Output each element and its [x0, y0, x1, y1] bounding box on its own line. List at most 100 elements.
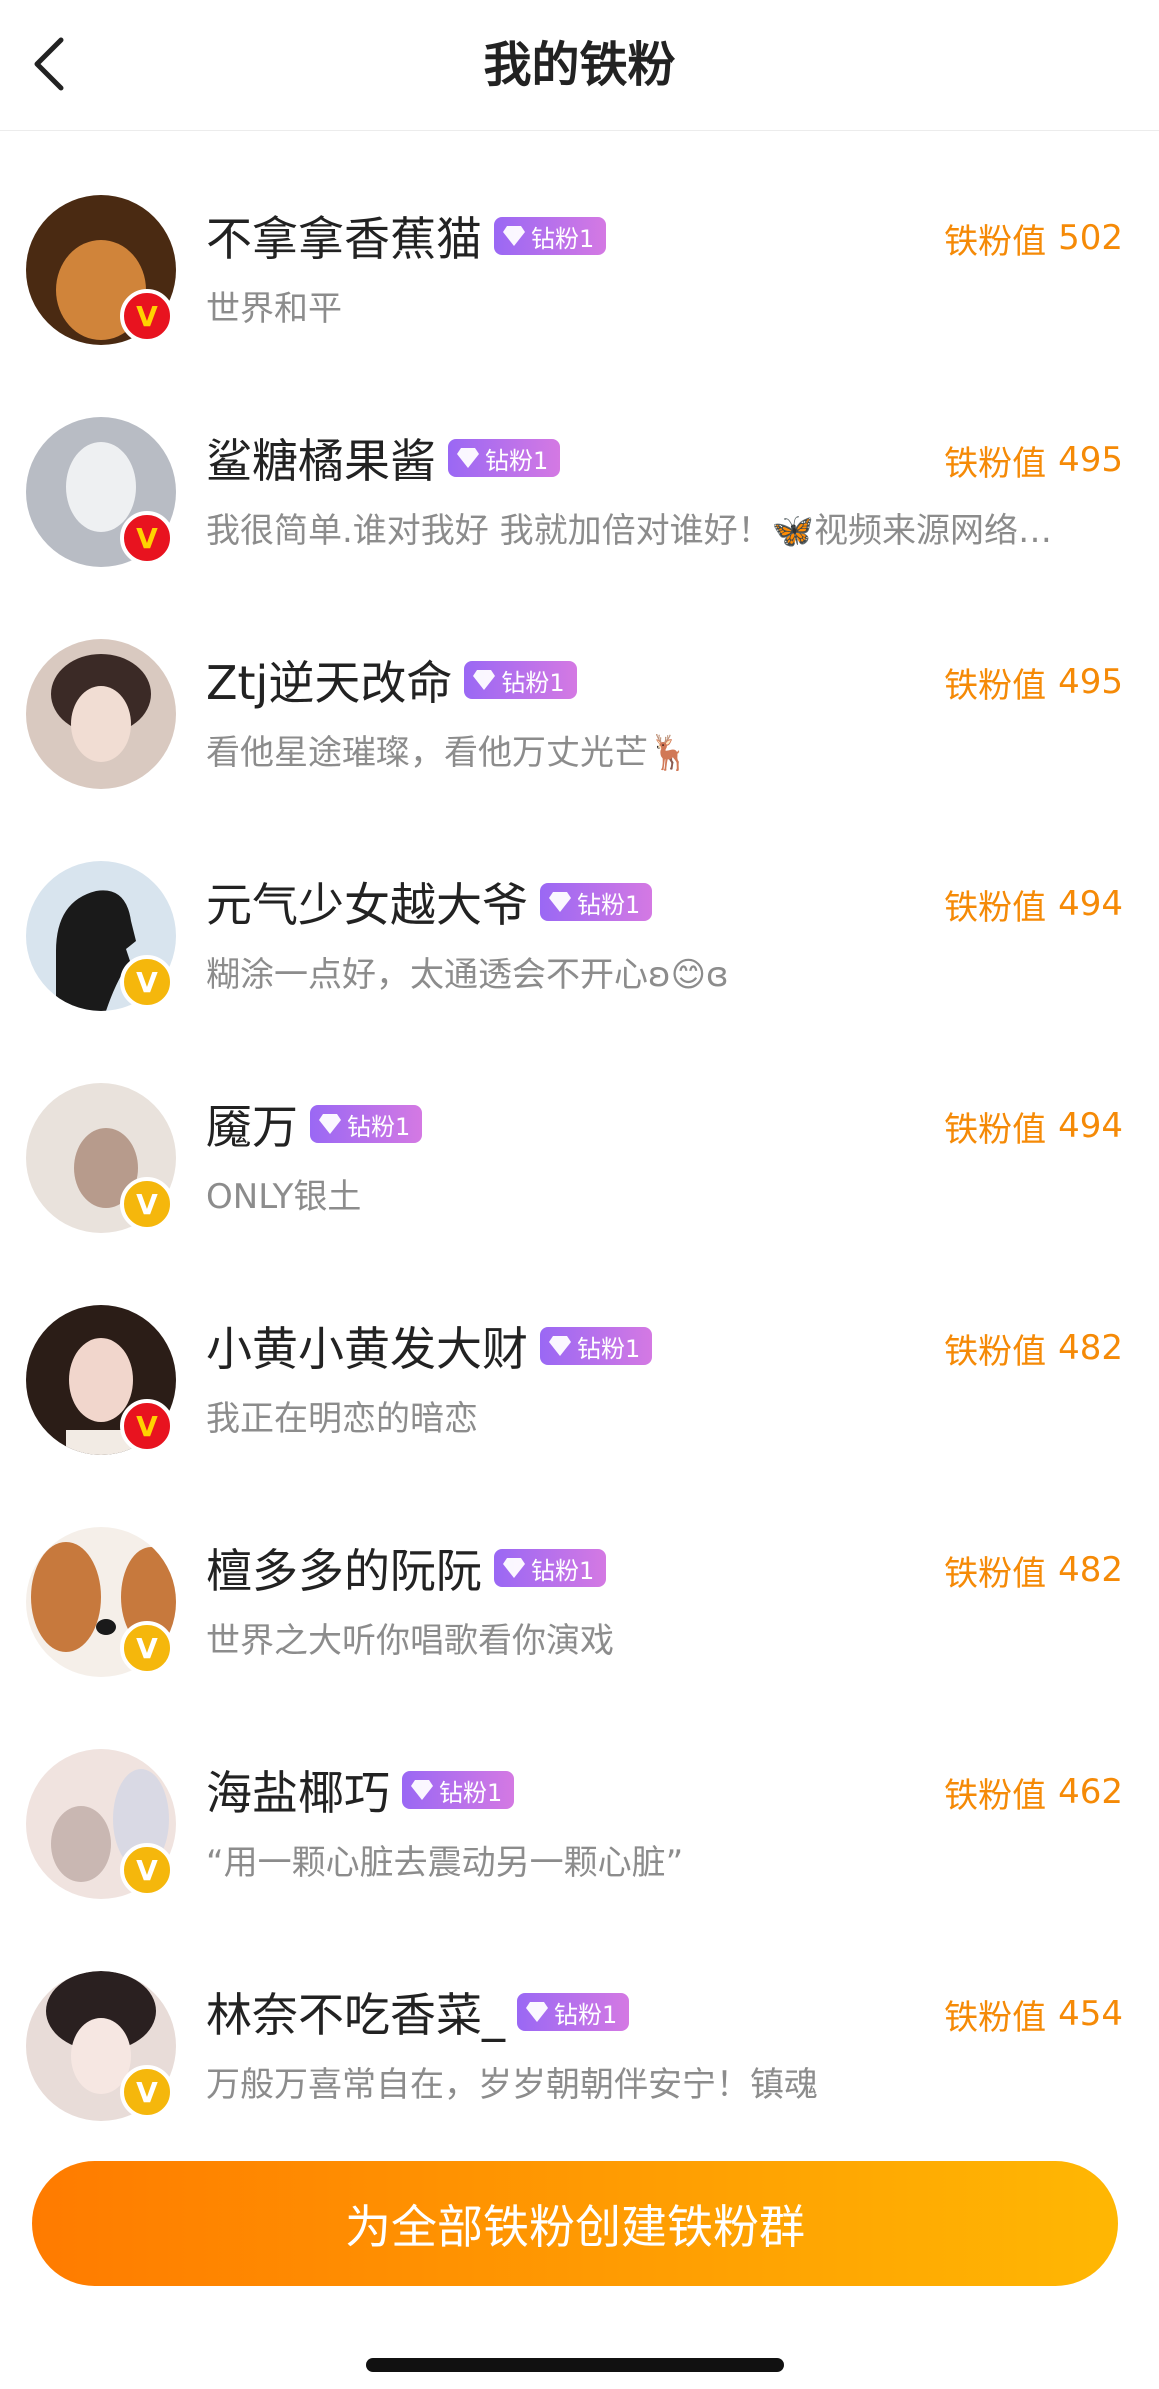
diamond-icon	[526, 2002, 548, 2022]
fan-row[interactable]: V 元气少女越大爷 钻粉1 糊涂一点好，太通透会不开心ʚ😊ɞ 铁粉值 494	[0, 797, 1159, 1019]
fan-score-value: 462	[1058, 1772, 1123, 1812]
avatar[interactable]: V	[26, 1083, 176, 1233]
avatar[interactable]: V	[26, 417, 176, 567]
fan-level-label: 钻粉1	[501, 668, 565, 697]
fan-row[interactable]: V 不拿拿香蕉猫 钻粉1 世界和平 铁粉值 502	[0, 131, 1159, 353]
fan-level-label: 钻粉1	[531, 1556, 595, 1585]
bottom-bar: 为全部铁粉创建铁粉群	[0, 2131, 1159, 2389]
diamond-icon	[473, 670, 496, 690]
diamond-icon	[503, 226, 525, 246]
fan-name: 林奈不吃香菜_	[206, 1988, 505, 2042]
fan-name: Ztj逆天改命	[206, 656, 453, 710]
fan-row[interactable]: V Ztj逆天改命 钻粉1 看他星途璀璨，看他万丈光芒🦌 铁粉值 495	[0, 575, 1159, 797]
fan-score-label: 铁粉值	[944, 221, 1047, 262]
fan-bio: 糊涂一点好，太通透会不开心ʚ😊ɞ	[206, 955, 729, 995]
fan-score: 铁粉值 495	[944, 657, 1123, 707]
fan-level-badge: 钻粉1	[494, 1549, 607, 1587]
fan-level-label: 钻粉1	[439, 1778, 503, 1807]
avatar-image	[26, 639, 176, 789]
fan-score: 铁粉值 482	[944, 1545, 1123, 1595]
verified-badge-icon: V	[120, 1177, 174, 1231]
fan-level-label: 钻粉1	[577, 890, 641, 919]
fan-score: 铁粉值 454	[944, 1989, 1123, 2039]
fan-score-value: 495	[1058, 440, 1123, 480]
fan-score-value: 495	[1058, 662, 1123, 702]
fan-bio: 我很简单.谁对我好 我就加倍对谁好！🦋视频来源网络…	[206, 511, 1052, 551]
fan-level-badge: 钻粉1	[517, 1993, 630, 2031]
verified-badge-icon: V	[120, 2065, 174, 2119]
fan-level-badge: 钻粉1	[540, 883, 653, 921]
fan-name: 檀多多的阮阮	[206, 1544, 482, 1598]
fan-name-line: 林奈不吃香菜_ 钻粉1	[206, 1981, 630, 2043]
diamond-icon	[549, 892, 571, 912]
verified-badge-icon: V	[120, 511, 174, 565]
fan-name-line: 元气少女越大爷 钻粉1	[206, 871, 653, 933]
fan-level-label: 钻粉1	[577, 1334, 641, 1363]
avatar[interactable]: V	[26, 861, 176, 1011]
fan-bio: 我正在明恋的暗恋	[206, 1399, 478, 1439]
avatar[interactable]: V	[26, 1971, 176, 2121]
fan-score: 铁粉值 502	[944, 213, 1123, 263]
fan-row[interactable]: V 林奈不吃香菜_ 钻粉1 万般万喜常自在，岁岁朝朝伴安宁！镇魂 铁粉值 454	[0, 1907, 1159, 2129]
fan-name: 不拿拿香蕉猫	[206, 212, 482, 266]
diamond-icon	[503, 1558, 525, 1578]
fan-bio: 世界之大听你唱歌看你演戏	[206, 1621, 614, 1661]
fan-row[interactable]: V 檀多多的阮阮 钻粉1 世界之大听你唱歌看你演戏 铁粉值 482	[0, 1463, 1159, 1685]
fan-score-value: 454	[1058, 1994, 1123, 2034]
fan-level-badge: 钻粉1	[310, 1105, 423, 1143]
fan-name-line: Ztj逆天改命 钻粉1	[206, 649, 577, 711]
fan-row[interactable]: V 海盐椰巧 钻粉1 “用一颗心脏去震动另一颗心脏” 铁粉值 462	[0, 1685, 1159, 1907]
fan-score-value: 482	[1058, 1328, 1123, 1368]
avatar[interactable]: V	[26, 195, 176, 345]
fan-score-value: 494	[1058, 884, 1123, 924]
diamond-icon	[549, 1336, 571, 1356]
avatar[interactable]: V	[26, 639, 176, 789]
verified-badge-icon: V	[120, 1843, 174, 1897]
fan-bio: 看他星途璀璨，看他万丈光芒🦌	[206, 733, 691, 773]
fan-name-line: 海盐椰巧 钻粉1	[206, 1759, 515, 1821]
verified-badge-icon: V	[120, 1399, 174, 1453]
fan-row[interactable]: V 鲨糖橘果酱 钻粉1 我很简单.谁对我好 我就加倍对谁好！🦋视频来源网络… 铁…	[0, 353, 1159, 575]
fan-score: 铁粉值 462	[944, 1767, 1123, 1817]
fan-row[interactable]: V 小黄小黄发大财 钻粉1 我正在明恋的暗恋 铁粉值 482	[0, 1241, 1159, 1463]
top-nav-bar: 我的铁粉	[0, 0, 1159, 131]
create-fan-group-button[interactable]: 为全部铁粉创建铁粉群	[32, 2161, 1118, 2286]
fan-name-line: 鲨糖橘果酱 钻粉1	[206, 427, 561, 489]
avatar[interactable]: V	[26, 1527, 176, 1677]
avatar[interactable]: V	[26, 1305, 176, 1455]
fan-level-badge: 钻粉1	[494, 217, 607, 255]
fan-level-badge: 钻粉1	[464, 661, 577, 699]
fan-list[interactable]: V 不拿拿香蕉猫 钻粉1 世界和平 铁粉值 502 V 鲨糖橘果酱 钻粉1 我很…	[0, 131, 1159, 2131]
fan-bio: “用一颗心脏去震动另一颗心脏”	[206, 1843, 684, 1883]
diamond-icon	[457, 448, 479, 468]
fan-name-line: 小黄小黄发大财 钻粉1	[206, 1315, 653, 1377]
fan-score-label: 铁粉值	[944, 1553, 1047, 1594]
fan-score-label: 铁粉值	[944, 1997, 1047, 2038]
home-indicator[interactable]	[366, 2358, 784, 2372]
fan-bio: 世界和平	[206, 289, 342, 329]
diamond-icon	[319, 1114, 341, 1134]
fan-score: 铁粉值 495	[944, 435, 1123, 485]
fan-name: 海盐椰巧	[206, 1766, 390, 1820]
fan-score-value: 482	[1058, 1550, 1123, 1590]
fan-bio: 万般万喜常自在，岁岁朝朝伴安宁！镇魂	[206, 2065, 818, 2105]
diamond-icon	[411, 1780, 433, 1800]
avatar[interactable]: V	[26, 1749, 176, 1899]
fan-name: 元气少女越大爷	[206, 878, 528, 932]
fan-score: 铁粉值 482	[944, 1323, 1123, 1373]
fan-score: 铁粉值 494	[944, 1101, 1123, 1151]
fan-row[interactable]: V 魇万 钻粉1 ONLY银土 铁粉值 494	[0, 1019, 1159, 1241]
fan-bio: ONLY银土	[206, 1177, 362, 1217]
fan-score-label: 铁粉值	[944, 443, 1047, 484]
fan-score-value: 494	[1058, 1106, 1123, 1146]
verified-badge-icon: V	[120, 289, 174, 343]
fan-level-label: 钻粉1	[347, 1112, 411, 1141]
fan-name: 小黄小黄发大财	[206, 1322, 528, 1376]
fan-score-label: 铁粉值	[944, 1331, 1047, 1372]
verified-badge-icon: V	[120, 1621, 174, 1675]
fan-score-label: 铁粉值	[944, 665, 1047, 706]
fan-level-badge: 钻粉1	[448, 439, 561, 477]
fan-level-label: 钻粉1	[554, 2000, 618, 2029]
fan-name-line: 檀多多的阮阮 钻粉1	[206, 1537, 607, 1599]
fan-level-badge: 钻粉1	[402, 1771, 515, 1809]
